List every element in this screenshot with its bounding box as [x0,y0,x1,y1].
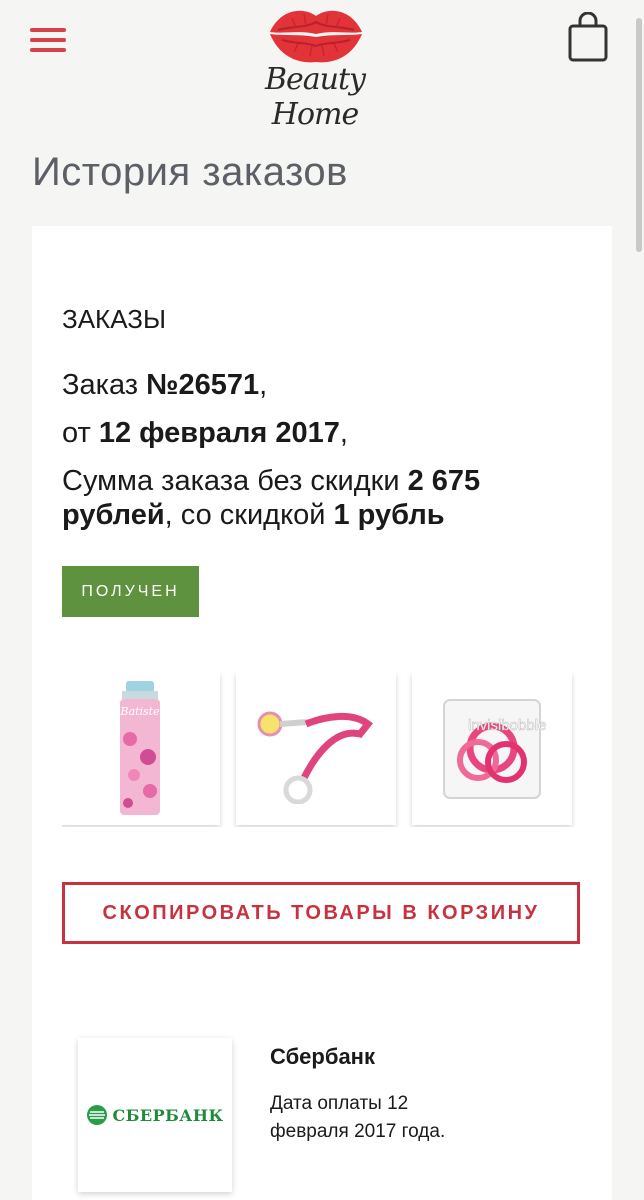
order-sum-line: Сумма заказа без скидки 2 675 рублей, со… [62,464,562,532]
copy-to-cart-button[interactable]: СКОПИРОВАТЬ ТОВАРЫ В КОРЗИНУ [62,882,580,944]
orders-card: ЗАКАЗЫ Заказ №26571, от 12 февраля 2017,… [32,226,612,1200]
order-date: 12 февраля 2017 [98,417,340,449]
shopping-bag-icon[interactable] [566,11,610,64]
order-date-line: от 12 февраля 2017, [62,416,562,450]
logo-text: Beauty Home [264,62,366,132]
product-thumb[interactable]: Batiste [62,672,220,825]
shopping-bag-icon [568,11,608,62]
logo[interactable]: Beauty Home [220,4,410,132]
order-date-prefix: от [62,417,99,449]
order-number-suffix: , [259,369,268,401]
hamburger-menu-icon[interactable] [30,28,70,58]
bank-name: Сбербанк [270,1044,375,1069]
product-carousel[interactable]: Batiste invisibobble [62,672,582,827]
order-sum-middle: , со скидкой [164,499,334,531]
status-badge: ПОЛУЧЕН [62,566,199,617]
product-thumb[interactable] [236,672,396,825]
sberbank-logo-icon [87,1105,108,1125]
product-brand: invisibobble [468,717,546,734]
scrollbar[interactable] [636,18,642,252]
order-sum-discounted: 1 рубль [333,499,445,531]
payment-date: Дата оплаты 12 февраля 2017 года. [270,1093,446,1142]
order-info: Заказ №26571, от 12 февраля 2017, Сумма … [62,368,562,532]
order-number: №26571 [146,369,260,401]
product-brand: Batiste [119,705,160,718]
order-sum-prefix: Сумма заказа без скидки [62,465,408,497]
dry-shampoo-bottle-icon: Batiste [119,680,160,815]
bank-logo-text: СБЕРБАНК [112,1105,224,1125]
section-title: ЗАКАЗЫ [62,304,166,334]
hair-ring-box-icon: invisibobble [443,698,547,799]
lips-icon [270,10,362,63]
product-thumb[interactable]: invisibobble [412,672,572,825]
page-title: История заказов [32,150,348,194]
order-number-line: Заказ №26571, [62,368,562,402]
order-date-suffix: , [339,417,348,449]
header: Beauty Home [0,0,644,132]
pacifier-holder-icon [257,711,373,804]
order-label: Заказ [62,369,147,401]
bank-logo: СБЕРБАНК [78,1038,232,1192]
